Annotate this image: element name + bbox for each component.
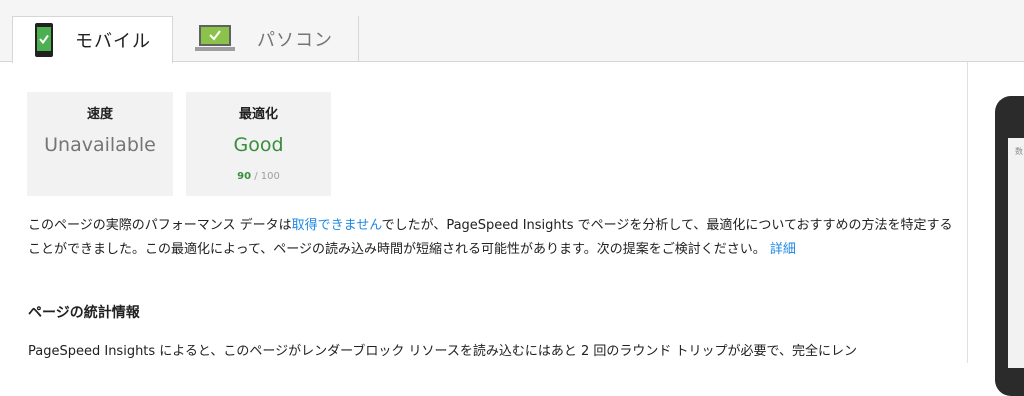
learn-more-link[interactable]: 詳細: [770, 242, 796, 257]
unavailable-data-link[interactable]: 取得できません: [292, 218, 382, 233]
optimization-score: 90 / 100: [186, 171, 331, 182]
tab-mobile-label: モバイル: [75, 31, 151, 52]
tab-desktop-label: パソコン: [257, 30, 333, 51]
phone-preview-screen: [1008, 138, 1024, 368]
optimization-title: 最適化: [238, 107, 278, 122]
tab-mobile[interactable]: モバイル: [12, 16, 173, 63]
content-divider: [967, 62, 968, 363]
optimization-score-number: 90: [237, 171, 252, 182]
speed-value: Unavailable: [44, 134, 156, 156]
summary-description: このページの実際のパフォーマンス データは取得できませんでしたが、PageSpe…: [28, 214, 958, 262]
optimization-score-max: / 100: [251, 171, 280, 182]
phone-preview-text: 数: [1015, 147, 1023, 156]
smartphone-icon: [35, 23, 53, 57]
page-stats-heading: ページの統計情報: [28, 305, 140, 321]
tab-desktop[interactable]: パソコン: [173, 16, 359, 62]
device-tab-bar: モバイル パソコン: [0, 0, 1024, 63]
speed-score-card: 速度 Unavailable: [27, 92, 173, 196]
description-text-1: このページの実際のパフォーマンス データは: [28, 218, 292, 233]
optimization-value: Good: [233, 134, 284, 156]
optimization-score-card: 最適化 Good 90 / 100: [186, 92, 331, 196]
speed-title: 速度: [86, 107, 113, 122]
page-stats-text: PageSpeed Insights によると、このページがレンダーブロック リ…: [28, 344, 857, 359]
laptop-icon: [195, 25, 235, 51]
